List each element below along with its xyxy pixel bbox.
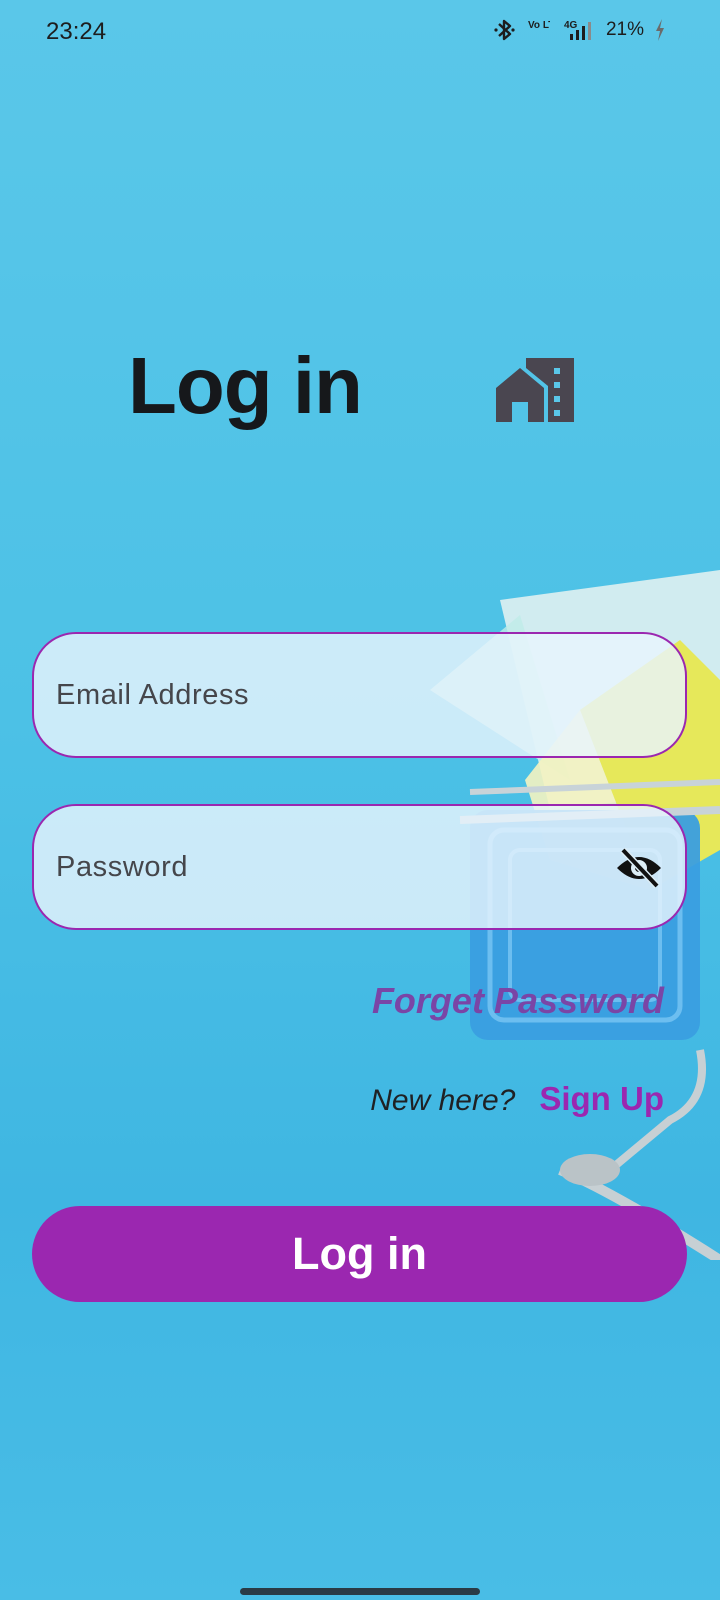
home-building-icon: [496, 358, 574, 422]
battery-charging-icon: [656, 19, 664, 41]
battery-level: 21%: [605, 19, 644, 40]
eye-off-icon[interactable]: [615, 846, 663, 890]
signup-row: New here? Sign Up: [370, 1080, 664, 1118]
status-time: 23:24: [46, 18, 107, 45]
forget-password-link[interactable]: Forget Password: [372, 980, 664, 1022]
page-title: Log in: [128, 341, 363, 430]
bluetooth-icon: [494, 19, 515, 41]
email-field[interactable]: [32, 632, 687, 758]
signup-prompt: New here?: [370, 1084, 516, 1117]
password-input[interactable]: [56, 806, 616, 928]
signal-4g-icon: 4G: [564, 20, 591, 40]
login-button[interactable]: Log in: [32, 1206, 687, 1302]
volte-label: Vo LTE: [528, 20, 550, 31]
volte-icon: Vo LTE: [528, 20, 550, 31]
status-bar: 23:24 Vo LTE 4G 21%: [0, 0, 720, 64]
signup-link[interactable]: Sign Up: [539, 1080, 664, 1118]
status-icons: Vo LTE 4G 21%: [494, 18, 666, 42]
network-label: 4G: [564, 20, 578, 31]
password-field[interactable]: [32, 804, 687, 930]
email-input[interactable]: [56, 634, 616, 756]
home-indicator[interactable]: [240, 1588, 480, 1595]
